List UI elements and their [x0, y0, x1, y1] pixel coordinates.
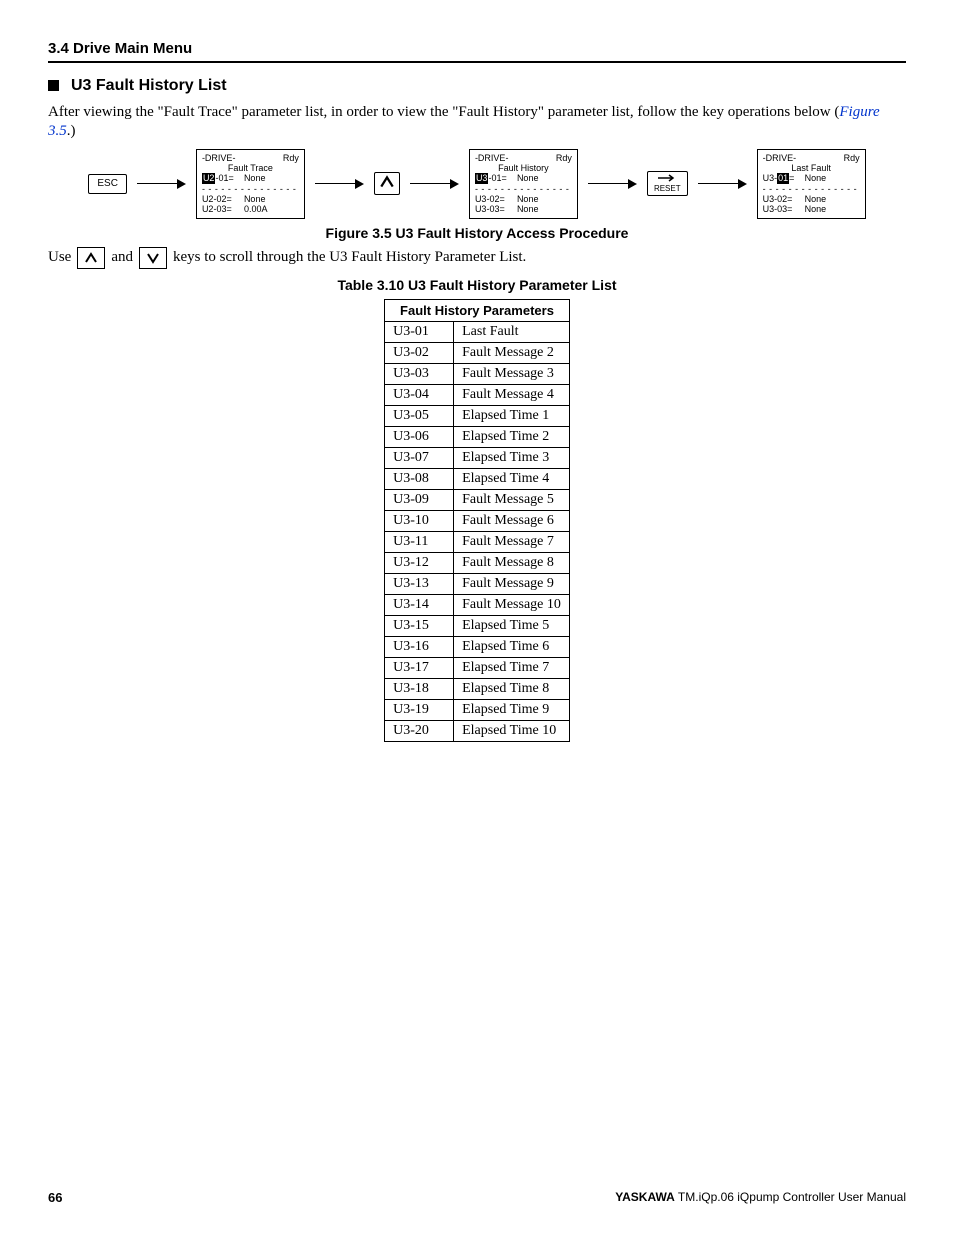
param-desc: Fault Message 9	[454, 573, 570, 594]
lcd-screen: -DRIVE-RdyFault TraceU2-01=None- - - - -…	[196, 149, 305, 219]
param-desc: Elapsed Time 6	[454, 636, 570, 657]
param-code: U3-01	[385, 321, 454, 342]
table-row: U3-06Elapsed Time 2	[385, 426, 570, 447]
figure-caption: Figure 3.5 U3 Fault History Access Proce…	[48, 225, 906, 241]
param-code: U3-11	[385, 531, 454, 552]
param-desc: Elapsed Time 10	[454, 720, 570, 741]
procedure-row: ESC -DRIVE-RdyFault TraceU2-01=None- - - …	[48, 149, 906, 219]
section-header: 3.4 Drive Main Menu	[48, 40, 906, 57]
table-header: Fault History Parameters	[385, 299, 570, 321]
table-row: U3-09Fault Message 5	[385, 489, 570, 510]
param-desc: Fault Message 5	[454, 489, 570, 510]
intro-paragraph: After viewing the "Fault Trace" paramete…	[48, 103, 906, 141]
param-desc: Elapsed Time 3	[454, 447, 570, 468]
param-code: U3-10	[385, 510, 454, 531]
param-desc: Fault Message 2	[454, 342, 570, 363]
param-code: U3-05	[385, 405, 454, 426]
param-desc: Elapsed Time 1	[454, 405, 570, 426]
param-code: U3-03	[385, 363, 454, 384]
page-number: 66	[48, 1190, 62, 1205]
scroll-instruction: Use and keys to scroll through the U3 Fa…	[48, 247, 906, 269]
param-code: U3-14	[385, 594, 454, 615]
table-row: U3-14Fault Message 10	[385, 594, 570, 615]
page-footer: 66 YASKAWA TM.iQp.06 iQpump Controller U…	[48, 1190, 906, 1205]
up-key-icon	[77, 247, 105, 269]
param-code: U3-09	[385, 489, 454, 510]
param-desc: Elapsed Time 4	[454, 468, 570, 489]
table-row: U3-05Elapsed Time 1	[385, 405, 570, 426]
param-code: U3-12	[385, 552, 454, 573]
param-code: U3-02	[385, 342, 454, 363]
table-row: U3-17Elapsed Time 7	[385, 657, 570, 678]
table-row: U3-01Last Fault	[385, 321, 570, 342]
lcd-screen: -DRIVE-RdyLast FaultU3-01=None- - - - - …	[757, 149, 866, 219]
esc-key: ESC	[88, 174, 127, 194]
subheading: U3 Fault History List	[48, 77, 906, 95]
param-desc: Fault Message 7	[454, 531, 570, 552]
param-desc: Fault Message 8	[454, 552, 570, 573]
param-desc: Elapsed Time 5	[454, 615, 570, 636]
arrow-icon	[588, 179, 637, 189]
table-caption: Table 3.10 U3 Fault History Parameter Li…	[48, 277, 906, 293]
scroll-prefix: Use	[48, 249, 71, 266]
table-row: U3-02Fault Message 2	[385, 342, 570, 363]
param-desc: Elapsed Time 9	[454, 699, 570, 720]
table-row: U3-16Elapsed Time 6	[385, 636, 570, 657]
param-code: U3-17	[385, 657, 454, 678]
arrow-icon	[410, 179, 459, 189]
table-row: U3-18Elapsed Time 8	[385, 678, 570, 699]
parameter-table: Fault History Parameters U3-01Last Fault…	[384, 299, 570, 742]
section-rule	[48, 61, 906, 63]
param-desc: Fault Message 3	[454, 363, 570, 384]
table-row: U3-13Fault Message 9	[385, 573, 570, 594]
table-row: U3-03Fault Message 3	[385, 363, 570, 384]
arrow-icon	[315, 179, 364, 189]
arrow-icon	[137, 179, 186, 189]
param-code: U3-04	[385, 384, 454, 405]
param-desc: Last Fault	[454, 321, 570, 342]
intro-after: .)	[67, 123, 76, 139]
scroll-suffix: keys to scroll through the U3 Fault Hist…	[173, 249, 526, 266]
scroll-mid: and	[111, 249, 133, 266]
table-row: U3-10Fault Message 6	[385, 510, 570, 531]
param-desc: Elapsed Time 8	[454, 678, 570, 699]
down-key-icon	[139, 247, 167, 269]
param-code: U3-20	[385, 720, 454, 741]
manual-ref: YASKAWA TM.iQp.06 iQpump Controller User…	[615, 1190, 906, 1205]
footer-manual: TM.iQp.06 iQpump Controller User Manual	[675, 1190, 906, 1204]
arrow-icon	[698, 179, 747, 189]
bullet-square-icon	[48, 80, 59, 91]
param-desc: Fault Message 4	[454, 384, 570, 405]
param-code: U3-08	[385, 468, 454, 489]
param-desc: Elapsed Time 2	[454, 426, 570, 447]
lcd-screen: -DRIVE-RdyFault HistoryU3-01=None- - - -…	[469, 149, 578, 219]
table-row: U3-15Elapsed Time 5	[385, 615, 570, 636]
param-desc: Fault Message 6	[454, 510, 570, 531]
param-code: U3-07	[385, 447, 454, 468]
table-row: U3-04Fault Message 4	[385, 384, 570, 405]
reset-key: RESET	[647, 171, 688, 196]
up-key	[374, 172, 400, 195]
subheading-text: U3 Fault History List	[71, 77, 227, 94]
table-row: U3-12Fault Message 8	[385, 552, 570, 573]
table-row: U3-19Elapsed Time 9	[385, 699, 570, 720]
footer-brand: YASKAWA	[615, 1190, 675, 1204]
param-code: U3-15	[385, 615, 454, 636]
intro-before: After viewing the "Fault Trace" paramete…	[48, 104, 839, 120]
table-row: U3-20Elapsed Time 10	[385, 720, 570, 741]
param-code: U3-13	[385, 573, 454, 594]
param-code: U3-19	[385, 699, 454, 720]
table-row: U3-11Fault Message 7	[385, 531, 570, 552]
param-code: U3-16	[385, 636, 454, 657]
table-row: U3-07Elapsed Time 3	[385, 447, 570, 468]
param-desc: Elapsed Time 7	[454, 657, 570, 678]
table-row: U3-08Elapsed Time 4	[385, 468, 570, 489]
param-code: U3-18	[385, 678, 454, 699]
param-code: U3-06	[385, 426, 454, 447]
param-desc: Fault Message 10	[454, 594, 570, 615]
